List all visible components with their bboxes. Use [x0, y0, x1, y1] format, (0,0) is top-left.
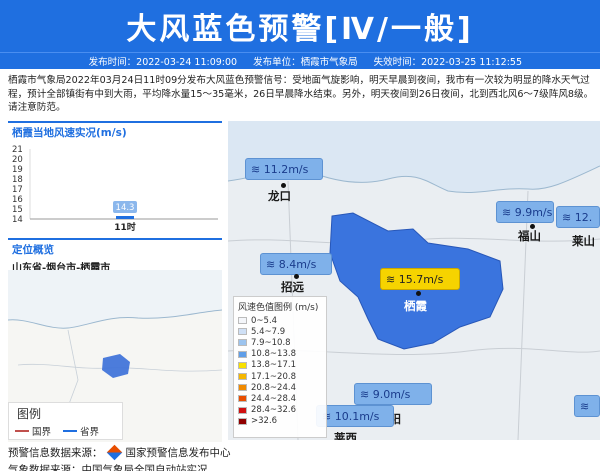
y-tick-label: 17	[12, 185, 23, 195]
legend-row: 24.4~28.4	[238, 393, 322, 404]
wind-color-legend: 风速色值图例 (m/s) 0~5.4 5.4~7.9 7.9~10.8 10.8~13…	[233, 296, 327, 438]
y-tick-label: 19	[12, 165, 23, 175]
wind-chart: 2120191817161514 14.3 11时	[12, 145, 218, 233]
station-zhaoyuan-bubble[interactable]: ≋ 8.4m/s	[260, 253, 332, 275]
wind-icon: ≋	[251, 162, 264, 176]
wind-bar	[116, 216, 134, 219]
warning-center-logo-icon	[106, 444, 122, 461]
legend-title: 图例	[17, 407, 42, 421]
legend-label: 7.9~10.8	[251, 337, 291, 348]
legend-label: 17.1~20.8	[251, 371, 296, 382]
legend-row: 5.4~7.9	[238, 326, 322, 337]
legend-label: 28.4~32.6	[251, 405, 296, 416]
city-label-fushan: 福山	[518, 229, 541, 243]
meta-bar: 发布时间：2022-03-24 11:09:00 发布单位：栖霞市气象局 失效时…	[0, 52, 600, 69]
y-tick-label: 20	[12, 155, 23, 165]
wind-icon: ≋	[580, 399, 590, 413]
legend-swatch	[238, 350, 247, 358]
publisher: 发布单位：栖霞市气象局	[253, 57, 358, 68]
legend-row: 0~5.4	[238, 315, 322, 326]
station-qixia-bubble[interactable]: ≋ 15.7m/s	[380, 268, 460, 290]
legend-row: 28.4~32.6	[238, 405, 322, 416]
wind-icon: ≋	[502, 205, 515, 219]
legend-row: 13.8~17.1	[238, 360, 322, 371]
publish-time: 发布时间：2022-03-24 11:09:00	[88, 57, 238, 68]
y-tick-label: 15	[12, 205, 23, 215]
wind-icon: ≋	[386, 272, 399, 286]
legend-item-province: 省界	[63, 424, 99, 438]
y-tick-label: 18	[12, 175, 23, 185]
y-tick-label: 16	[12, 195, 23, 205]
wind-icon: ≋	[562, 210, 575, 224]
legend-swatch	[238, 317, 247, 325]
legend-item-national: 国界	[15, 424, 51, 438]
legend-row: 7.9~10.8	[238, 337, 322, 348]
legend-label: 国界	[32, 427, 52, 438]
wind-icon: ≋	[266, 257, 279, 271]
legend-label: 0~5.4	[251, 315, 278, 326]
legend-label: 24.4~28.4	[251, 393, 296, 404]
wind-icon: ≋	[360, 387, 373, 401]
legend-label: 20.8~24.4	[251, 382, 296, 393]
page-title: 大风蓝色预警[Ⅳ/一般]	[0, 0, 600, 52]
legend-swatch	[238, 395, 247, 403]
x-tick-label: 11时	[114, 221, 136, 233]
footer-source: 预警信息数据来源： 国家预警信息发布中心	[8, 444, 231, 461]
warning-description: 栖霞市气象局2022年03月24日11时09分发布大风蓝色预警信号：受地面气旋影…	[8, 75, 594, 113]
source-org[interactable]: 国家预警信息发布中心	[126, 445, 231, 460]
legend-swatch	[238, 406, 247, 414]
station-longkou-bubble[interactable]: ≋ 11.2m/s	[245, 158, 323, 180]
wind-panel-title: 栖霞当地风速实况(m/s)	[12, 127, 127, 139]
legend-swatch	[238, 339, 247, 347]
legend-title: 风速色值图例 (m/s)	[238, 303, 319, 313]
y-tick-label: 21	[12, 145, 23, 155]
legend-swatch	[238, 384, 247, 392]
legend-label: 10.8~13.8	[251, 349, 296, 360]
legend-swatch	[238, 328, 247, 336]
city-dot	[416, 291, 421, 296]
legend-row: 10.8~13.8	[238, 349, 322, 360]
y-tick-label: 14	[12, 215, 23, 225]
city-label-qixia: 栖霞	[404, 299, 427, 313]
legend-row: >32.6	[238, 416, 322, 427]
province-border-swatch	[63, 430, 78, 432]
legend-swatch	[238, 361, 247, 369]
station-partial-bubble[interactable]: ≋	[574, 395, 600, 417]
wind-speed-panel: 栖霞当地风速实况(m/s) 21 20 19 18 17 16 15 14 14.3 11时	[8, 121, 222, 233]
city-label-zhaoyuan: 招远	[281, 280, 304, 294]
sea	[228, 121, 600, 193]
footer-weather-source: 气象数据来源：中国气象局全国自动站实况	[8, 464, 208, 471]
legend-label: 省界	[80, 427, 100, 438]
city-label-longkou: 龙口	[268, 189, 291, 203]
station-laishan-bubble[interactable]: ≋ 12.	[556, 206, 600, 228]
station-laixi-bubble[interactable]: ≋ 10.1m/s	[316, 405, 394, 427]
legend-swatch	[238, 373, 247, 381]
location-panel-title: 定位概览	[12, 244, 54, 256]
expire-time: 失效时间：2022-03-25 11:12:55	[373, 57, 522, 68]
station-fushan-bubble[interactable]: ≋ 9.9m/s	[496, 201, 554, 223]
station-laiyang-bubble[interactable]: ≋ 9.0m/s	[354, 383, 432, 405]
value-label: 14.3	[116, 203, 135, 213]
warning-page: 大风蓝色预警[Ⅳ/一般] 发布时间：2022-03-24 11:09:00 发布…	[0, 0, 600, 471]
city-label-laixi: 莱西	[334, 431, 357, 440]
legend-swatch	[238, 417, 247, 425]
mini-map-legend: 图例 国界 省界	[8, 402, 123, 440]
national-border-swatch	[15, 430, 29, 432]
legend-row: 17.1~20.8	[238, 371, 322, 382]
legend-label: 13.8~17.1	[251, 360, 296, 371]
legend-label: 5.4~7.9	[251, 326, 286, 337]
source-label: 预警信息数据来源：	[8, 447, 103, 459]
legend-row: 20.8~24.4	[238, 382, 322, 393]
legend-label: >32.6	[251, 416, 278, 427]
city-label-laishan: 莱山	[572, 234, 595, 248]
